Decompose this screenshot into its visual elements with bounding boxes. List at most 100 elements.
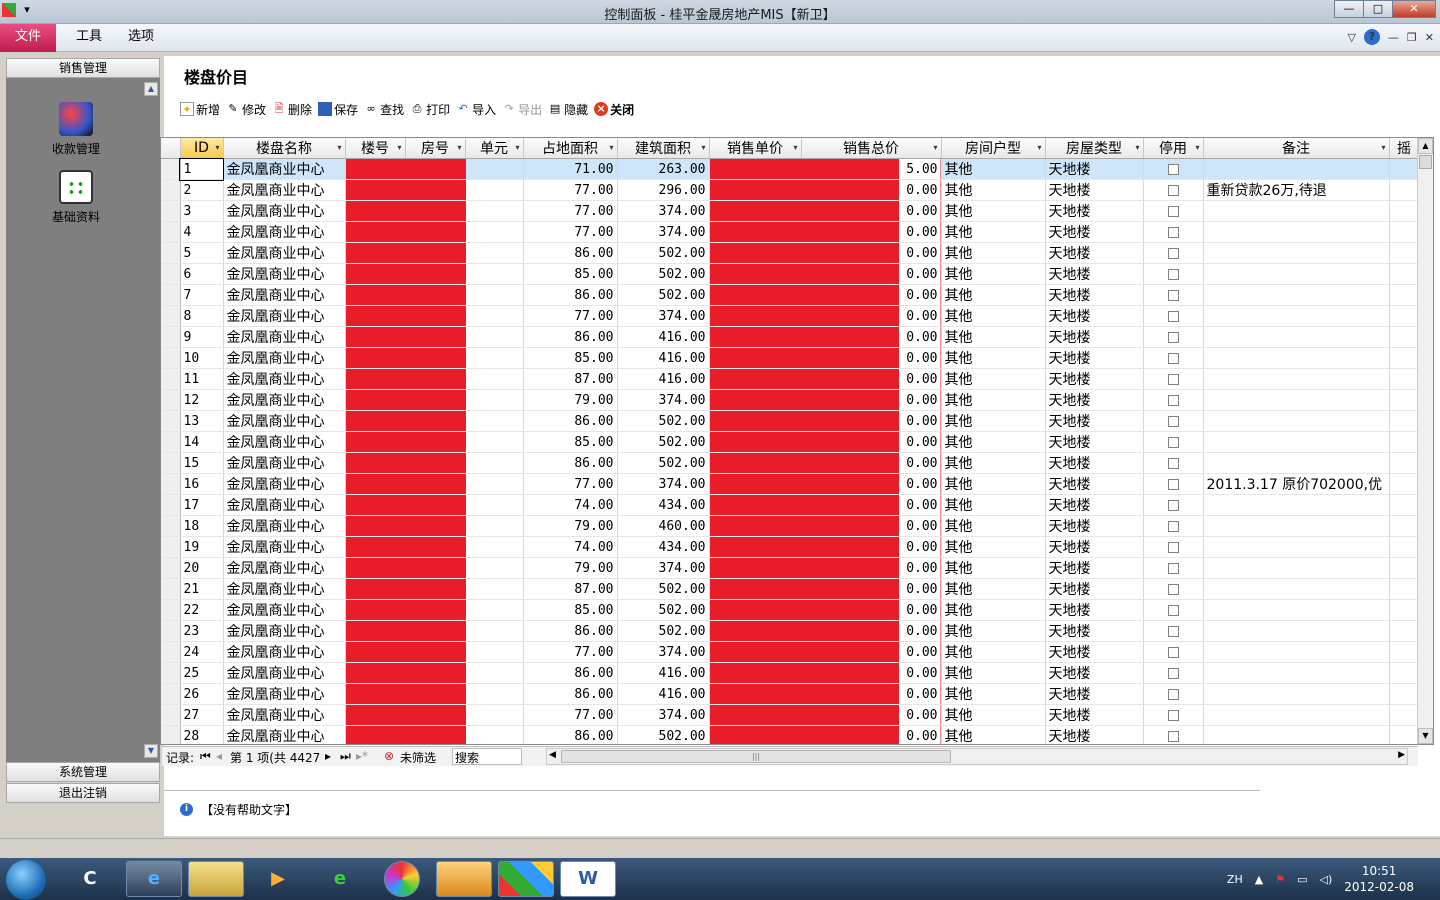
scroll-left-icon[interactable]: ◀ xyxy=(549,750,556,760)
cell-building-no-redacted[interactable] xyxy=(345,221,406,243)
row-selector[interactable] xyxy=(161,389,181,411)
cell-room-no-redacted[interactable] xyxy=(405,242,466,264)
cell-unit[interactable] xyxy=(465,326,524,348)
cell-disabled[interactable] xyxy=(1143,725,1204,744)
cell-room-layout[interactable]: 其他 xyxy=(941,515,1046,537)
cell-id[interactable]: 23 xyxy=(180,620,224,642)
cell-land-area[interactable]: 85.00 xyxy=(523,263,618,285)
doc-close-icon[interactable]: ✕ xyxy=(1425,31,1434,44)
last-record-icon[interactable]: ⏭ xyxy=(340,749,351,764)
cell-unit[interactable] xyxy=(465,515,524,537)
table-row[interactable]: 12 金凤凰商业中心 79.00 374.00 0.00 其他 天地楼 xyxy=(161,389,1420,411)
cell-land-area[interactable]: 77.00 xyxy=(523,641,618,663)
cell-note[interactable]: 2011.3.17 原价702000,优 xyxy=(1203,473,1390,495)
cell-room-layout[interactable]: 其他 xyxy=(941,704,1046,726)
ccleaner-icon[interactable]: C xyxy=(62,861,118,897)
cell-land-area[interactable]: 85.00 xyxy=(523,347,618,369)
cell-disabled[interactable] xyxy=(1143,494,1204,516)
cell-building-area[interactable]: 374.00 xyxy=(617,557,710,579)
row-selector[interactable] xyxy=(161,326,181,348)
cell-unit[interactable] xyxy=(465,221,524,243)
cell-room-layout[interactable]: 其他 xyxy=(941,326,1046,348)
cell-house-type[interactable]: 天地楼 xyxy=(1045,494,1144,516)
cell-total-price[interactable]: 0.00 xyxy=(801,683,942,705)
cell-project-name[interactable]: 金凤凰商业中心 xyxy=(223,179,346,201)
cell-id[interactable]: 25 xyxy=(180,662,224,684)
cell-total-price[interactable]: 0.00 xyxy=(801,410,942,432)
disabled-checkbox[interactable] xyxy=(1167,352,1179,364)
row-selector[interactable] xyxy=(161,515,181,537)
cell-room-no-redacted[interactable] xyxy=(405,158,466,180)
cell-building-no-redacted[interactable] xyxy=(345,641,406,663)
cell-unit[interactable] xyxy=(465,452,524,474)
row-selector[interactable] xyxy=(161,578,181,600)
cell-disabled[interactable] xyxy=(1143,389,1204,411)
cell-house-type[interactable]: 天地楼 xyxy=(1045,410,1144,432)
cell-note[interactable] xyxy=(1203,263,1390,285)
tab-options[interactable]: 选项 xyxy=(114,24,168,52)
cell-room-no-redacted[interactable] xyxy=(405,641,466,663)
cell-building-area[interactable]: 374.00 xyxy=(617,704,710,726)
cell-unit[interactable] xyxy=(465,347,524,369)
cell-disabled[interactable] xyxy=(1143,620,1204,642)
cell-project-name[interactable]: 金凤凰商业中心 xyxy=(223,515,346,537)
cell-land-area[interactable]: 86.00 xyxy=(523,683,618,705)
cell-note[interactable] xyxy=(1203,578,1390,600)
print-button[interactable]: ⎙ 打印 xyxy=(410,100,450,118)
cell-building-area[interactable]: 374.00 xyxy=(617,221,710,243)
cell-extra[interactable] xyxy=(1389,725,1420,744)
cell-land-area[interactable]: 86.00 xyxy=(523,452,618,474)
close-window-button[interactable]: ✕ xyxy=(1392,0,1436,18)
cell-unit[interactable] xyxy=(465,200,524,222)
column-header-disabled[interactable]: 停用 ▾ xyxy=(1143,138,1204,159)
column-header-project-name[interactable]: 楼盘名称 ▾ xyxy=(223,138,346,159)
cell-unit-price-redacted[interactable] xyxy=(709,536,802,558)
cell-land-area[interactable]: 85.00 xyxy=(523,431,618,453)
cell-land-area[interactable]: 79.00 xyxy=(523,389,618,411)
cell-building-no-redacted[interactable] xyxy=(345,158,406,180)
cell-project-name[interactable]: 金凤凰商业中心 xyxy=(223,368,346,390)
cell-unit-price-redacted[interactable] xyxy=(709,494,802,516)
cell-note[interactable] xyxy=(1203,158,1390,180)
cell-unit-price-redacted[interactable] xyxy=(709,725,802,744)
cell-land-area[interactable]: 86.00 xyxy=(523,326,618,348)
cell-note[interactable] xyxy=(1203,410,1390,432)
table-row[interactable]: 13 金凤凰商业中心 86.00 502.00 0.00 其他 天地楼 xyxy=(161,410,1420,432)
table-row[interactable]: 2 金凤凰商业中心 77.00 296.00 0.00 其他 天地楼 重新贷款26万,待退 xyxy=(161,179,1420,201)
cell-building-area[interactable]: 374.00 xyxy=(617,305,710,327)
import-button[interactable]: ↶ 导入 xyxy=(456,100,496,118)
cell-building-no-redacted[interactable] xyxy=(345,242,406,264)
network-icon[interactable]: ▭ xyxy=(1297,873,1307,886)
maximize-button[interactable]: □ xyxy=(1363,0,1393,18)
cell-unit-price-redacted[interactable] xyxy=(709,431,802,453)
cell-project-name[interactable]: 金凤凰商业中心 xyxy=(223,578,346,600)
start-button[interactable] xyxy=(6,860,46,900)
first-record-icon[interactable]: ⏮ xyxy=(200,749,211,764)
cell-total-price[interactable]: 0.00 xyxy=(801,473,942,495)
disabled-checkbox[interactable] xyxy=(1167,163,1179,175)
table-row[interactable]: 22 金凤凰商业中心 85.00 502.00 0.00 其他 天地楼 xyxy=(161,599,1420,621)
horizontal-scroll-thumb[interactable]: ||| xyxy=(561,750,951,763)
cell-house-type[interactable]: 天地楼 xyxy=(1045,326,1144,348)
cell-project-name[interactable]: 金凤凰商业中心 xyxy=(223,704,346,726)
cell-extra[interactable] xyxy=(1389,263,1420,285)
cell-building-no-redacted[interactable] xyxy=(345,515,406,537)
column-header-room-layout[interactable]: 房间户型 ▾ xyxy=(941,138,1046,159)
cell-house-type[interactable]: 天地楼 xyxy=(1045,557,1144,579)
disabled-checkbox[interactable] xyxy=(1167,583,1179,595)
search-input[interactable]: 搜索 xyxy=(452,748,522,765)
cell-extra[interactable] xyxy=(1389,326,1420,348)
cell-unit[interactable] xyxy=(465,557,524,579)
clock[interactable]: 10:51 2012-02-08 xyxy=(1344,863,1414,895)
cell-unit[interactable] xyxy=(465,158,524,180)
cell-building-area[interactable]: 374.00 xyxy=(617,200,710,222)
cell-note[interactable] xyxy=(1203,662,1390,684)
vertical-scrollbar[interactable]: ▲ ▼ xyxy=(1417,138,1433,744)
cell-house-type[interactable]: 天地楼 xyxy=(1045,578,1144,600)
cell-disabled[interactable] xyxy=(1143,305,1204,327)
table-row[interactable]: 1 金凤凰商业中心 71.00 263.00 5.00 其他 天地楼 xyxy=(161,157,1420,181)
cell-room-no-redacted[interactable] xyxy=(405,326,466,348)
cell-disabled[interactable] xyxy=(1143,284,1204,306)
table-row[interactable]: 23 金凤凰商业中心 86.00 502.00 0.00 其他 天地楼 xyxy=(161,620,1420,642)
next-record-icon[interactable]: ▸ xyxy=(325,749,331,763)
